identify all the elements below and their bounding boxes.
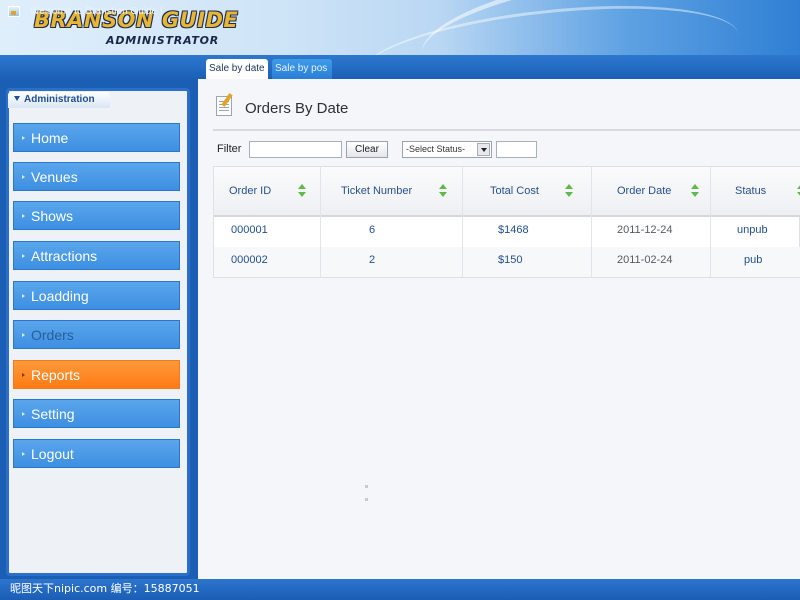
- sort-arrows-icon[interactable]: [298, 184, 306, 198]
- clear-button[interactable]: Clear: [346, 141, 388, 158]
- cell-order-id[interactable]: 000002: [231, 254, 268, 266]
- sidebar-item-orders[interactable]: Orders: [13, 320, 180, 349]
- cell-order-date: 2011-02-24: [617, 254, 673, 266]
- cell-ticket-number: 2: [369, 254, 376, 266]
- chevron-right-icon: [22, 254, 25, 258]
- top-bar: [0, 55, 800, 79]
- collapse-triangle-icon: [14, 96, 20, 101]
- page-title: Orders By Date: [245, 100, 349, 117]
- sidebar-item-label: Setting: [31, 406, 75, 422]
- column-header-status[interactable]: Status: [735, 185, 766, 197]
- chevron-right-icon: [22, 214, 25, 218]
- chevron-right-icon: [22, 294, 25, 298]
- status-select-value: -Select Status-: [406, 144, 466, 154]
- sidebar-item-label: Logout: [31, 446, 74, 462]
- chevron-right-icon: [22, 175, 25, 179]
- sidebar-item-label: Shows: [31, 208, 74, 224]
- notepad-pencil-icon: [216, 96, 232, 116]
- welcome-message: Welcome to Branstion Guide !: [30, 6, 163, 17]
- column-header-order-id[interactable]: Order ID: [229, 185, 271, 197]
- sidebar-item-label: Reports: [31, 367, 81, 383]
- resize-grip-dots: [365, 485, 368, 488]
- cell-status: pub: [744, 254, 763, 266]
- logo-subtitle: ADMINISTRATOR: [106, 34, 220, 47]
- filter-input[interactable]: [249, 141, 342, 158]
- column-header-ticket-number[interactable]: Ticket Number: [341, 185, 412, 197]
- column-divider: [462, 167, 463, 277]
- chevron-right-icon: [22, 452, 25, 456]
- sidebar-item-shows[interactable]: Shows: [13, 201, 180, 230]
- chevron-right-icon: [22, 373, 25, 377]
- tab-sale-by-date[interactable]: Sale by date: [206, 59, 268, 79]
- sidebar-item-venues[interactable]: Venues: [13, 162, 180, 191]
- column-divider: [710, 167, 711, 277]
- sidebar-item-loadding[interactable]: Loadding: [13, 281, 180, 310]
- sidebar-item-attractions[interactable]: Attractions: [13, 241, 180, 270]
- sort-arrows-icon[interactable]: [565, 184, 573, 198]
- cell-total-cost: $1468: [498, 224, 529, 236]
- orders-table: Order ID Ticket Number Total Cost Order …: [213, 166, 800, 278]
- column-header-order-date[interactable]: Order Date: [617, 185, 671, 197]
- sidebar-title: Administration: [24, 94, 95, 105]
- cell-order-id[interactable]: 000001: [231, 224, 268, 236]
- cell-ticket-number: 6: [369, 224, 376, 236]
- chevron-right-icon: [22, 412, 25, 416]
- sort-arrows-icon[interactable]: [691, 184, 699, 198]
- filter-label: Filter: [217, 143, 242, 155]
- column-divider: [320, 167, 321, 277]
- sidebar-header[interactable]: Administration: [8, 92, 110, 108]
- cell-total-cost: $150: [498, 254, 523, 266]
- sidebar-item-reports[interactable]: Reports: [13, 360, 180, 389]
- sidebar-item-home[interactable]: Home: [13, 123, 180, 152]
- sidebar-item-label: Venues: [31, 169, 78, 185]
- sidebar-item-label: Home: [31, 130, 69, 146]
- sidebar-item-logout[interactable]: Logout: [13, 439, 180, 468]
- watermark-text: 昵图天下nipic.com 编号：15887051: [10, 582, 200, 595]
- tab-sale-by-pos[interactable]: Sale by pos: [272, 59, 332, 79]
- cell-status: unpub: [737, 224, 768, 236]
- column-header-total-cost[interactable]: Total Cost: [490, 185, 539, 197]
- sidebar-item-label: Loadding: [31, 288, 89, 304]
- sidebar-item-setting[interactable]: Setting: [13, 399, 180, 428]
- chevron-right-icon: [22, 333, 25, 337]
- chevron-down-icon[interactable]: [477, 143, 490, 156]
- title-divider: [213, 129, 800, 131]
- sidebar-item-label: Orders: [31, 327, 74, 343]
- status-value-input[interactable]: [496, 141, 537, 158]
- column-divider: [591, 167, 592, 277]
- chevron-right-icon: [22, 136, 25, 140]
- sidebar-item-label: Attractions: [31, 248, 98, 264]
- status-select[interactable]: -Select Status-: [402, 141, 492, 158]
- cell-order-date: 2011-12-24: [617, 224, 673, 236]
- user-card-icon: [8, 6, 20, 17]
- sort-arrows-icon[interactable]: [439, 184, 447, 198]
